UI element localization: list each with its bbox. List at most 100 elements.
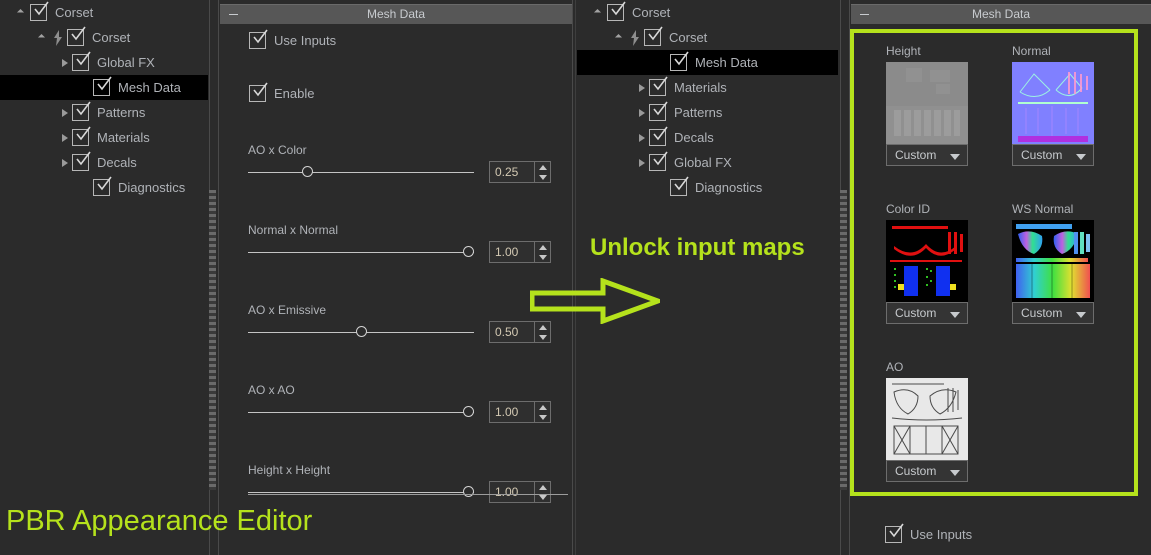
tree-item-mesh-data[interactable]: Mesh Data	[0, 75, 208, 100]
checkbox-box[interactable]	[249, 82, 268, 102]
check-icon	[889, 523, 904, 538]
check-icon	[674, 176, 689, 191]
spinner-value[interactable]: 0.25	[489, 161, 535, 183]
expand-arrow-right-icon[interactable]	[635, 81, 649, 95]
spinner-value[interactable]: 0.50	[489, 321, 535, 343]
pbr-appearance-editor-window: Corset Corset Global FX Mesh Data Patterns Ma…	[0, 0, 1151, 555]
maps-panel-header[interactable]: Mesh Data	[851, 4, 1151, 24]
splitter-right-grip[interactable]	[840, 190, 847, 490]
spinner-ao-x-ao[interactable]: 1.00	[489, 401, 551, 423]
slider-ao-x-emissive[interactable]	[248, 325, 474, 339]
tree-item-global-fx[interactable]: Global FX	[577, 150, 838, 175]
spinner-up-icon[interactable]	[535, 242, 550, 252]
tree-item-checkbox[interactable]	[30, 1, 49, 21]
tree-item-decals[interactable]: Decals	[577, 125, 838, 150]
tree-item-decals[interactable]: Decals	[0, 150, 208, 175]
slider-ao-x-ao[interactable]	[248, 405, 474, 419]
check-icon	[253, 29, 268, 44]
slider-knob[interactable]	[356, 326, 367, 337]
checkbox-box[interactable]	[885, 523, 904, 543]
slider-knob[interactable]	[463, 486, 474, 497]
slider-ao-x-color[interactable]	[248, 165, 474, 179]
slider-knob[interactable]	[463, 406, 474, 417]
spinner-up-icon[interactable]	[535, 162, 550, 172]
tree-item-checkbox[interactable]	[72, 126, 91, 146]
slider-height-x-height[interactable]	[248, 485, 474, 499]
spinner-buttons[interactable]	[535, 241, 551, 263]
tree-item-checkbox[interactable]	[644, 26, 663, 46]
scene-outliner-tree[interactable]: Corset Corset Global FX Mesh Data Patterns Ma…	[0, 0, 208, 200]
tree-item-checkbox[interactable]	[649, 151, 668, 171]
expand-arrow-down-icon[interactable]	[37, 31, 51, 45]
expand-arrow-down-icon[interactable]	[614, 31, 628, 45]
expand-arrow-down-icon[interactable]	[593, 6, 607, 20]
tree-item-corset[interactable]: Corset	[0, 25, 208, 50]
spinner-buttons[interactable]	[535, 401, 551, 423]
tree-item-global-fx[interactable]: Global FX	[0, 50, 208, 75]
tree-item-corset[interactable]: Corset	[0, 0, 208, 25]
tree-item-patterns[interactable]: Patterns	[577, 100, 838, 125]
tree-item-patterns[interactable]: Patterns	[0, 100, 208, 125]
tree-item-checkbox[interactable]	[72, 101, 91, 121]
spinner-value[interactable]: 1.00	[489, 401, 535, 423]
spinner-ao-x-emissive[interactable]: 0.50	[489, 321, 551, 343]
tree-item-checkbox[interactable]	[607, 1, 626, 21]
spinner-up-icon[interactable]	[535, 402, 550, 412]
spinner-buttons[interactable]	[535, 161, 551, 183]
spinner-down-icon[interactable]	[535, 332, 550, 342]
properties-panel-header[interactable]: Mesh Data	[220, 4, 572, 24]
expand-arrow-right-icon[interactable]	[635, 106, 649, 120]
spinner-up-icon[interactable]	[535, 482, 550, 492]
tree-item-checkbox[interactable]	[93, 76, 112, 96]
tree-item-diagnostics[interactable]: Diagnostics	[0, 175, 208, 200]
splitter-left-grip[interactable]	[209, 190, 216, 490]
tree-item-corset[interactable]: Corset	[577, 25, 838, 50]
tree-item-corset[interactable]: Corset	[577, 0, 838, 25]
spinner-value[interactable]: 1.00	[489, 481, 535, 503]
tree-item-checkbox[interactable]	[72, 151, 91, 171]
tree-item-checkbox[interactable]	[649, 101, 668, 121]
slider-knob[interactable]	[463, 246, 474, 257]
tree-item-checkbox[interactable]	[72, 51, 91, 71]
minus-icon[interactable]	[860, 14, 869, 15]
spinner-normal-x-normal[interactable]: 1.00	[489, 241, 551, 263]
spinner-buttons[interactable]	[535, 321, 551, 343]
tree-item-mesh-data[interactable]: Mesh Data	[577, 50, 838, 75]
tree-item-checkbox[interactable]	[93, 176, 112, 196]
expand-arrow-right-icon[interactable]	[58, 156, 72, 170]
tree-item-label: Corset	[669, 30, 708, 45]
tree-item-checkbox[interactable]	[649, 76, 668, 96]
spinner-ao-x-color[interactable]: 0.25	[489, 161, 551, 183]
spinner-buttons[interactable]	[535, 481, 551, 503]
slider-normal-x-normal[interactable]	[248, 245, 474, 259]
spinner-down-icon[interactable]	[535, 412, 550, 422]
tree-item-label: Diagnostics	[118, 180, 186, 195]
spinner-value[interactable]: 1.00	[489, 241, 535, 263]
checkbox-use-inputs[interactable]: Use Inputs	[249, 29, 336, 49]
expand-arrow-right-icon[interactable]	[58, 56, 72, 70]
expand-arrow-right-icon[interactable]	[58, 131, 72, 145]
tree-item-checkbox[interactable]	[67, 26, 86, 46]
expand-arrow-right-icon[interactable]	[635, 156, 649, 170]
scene-outliner-tree-after[interactable]: Corset Corset Mesh Data Materials Patterns De…	[577, 0, 838, 200]
tree-item-diagnostics[interactable]: Diagnostics	[577, 175, 838, 200]
tree-item-checkbox[interactable]	[670, 51, 689, 71]
expand-arrow-right-icon[interactable]	[58, 106, 72, 120]
tree-item-materials[interactable]: Materials	[0, 125, 208, 150]
bolt-icon	[628, 29, 642, 46]
expand-arrow-right-icon[interactable]	[635, 131, 649, 145]
checkbox-use-inputs-maps[interactable]: Use Inputs	[885, 523, 972, 543]
tree-item-checkbox[interactable]	[670, 176, 689, 196]
checkbox-box[interactable]	[249, 29, 268, 49]
minus-icon[interactable]	[229, 14, 238, 15]
slider-knob[interactable]	[302, 166, 313, 177]
splitter-left-b[interactable]	[218, 0, 219, 555]
spinner-down-icon[interactable]	[535, 172, 550, 182]
tree-item-materials[interactable]: Materials	[577, 75, 838, 100]
spinner-height-x-height[interactable]: 1.00	[489, 481, 551, 503]
expand-arrow-down-icon[interactable]	[16, 6, 30, 20]
checkbox-enable[interactable]: Enable	[249, 82, 314, 102]
spinner-down-icon[interactable]	[535, 252, 550, 262]
check-icon	[34, 1, 49, 16]
tree-item-checkbox[interactable]	[649, 126, 668, 146]
